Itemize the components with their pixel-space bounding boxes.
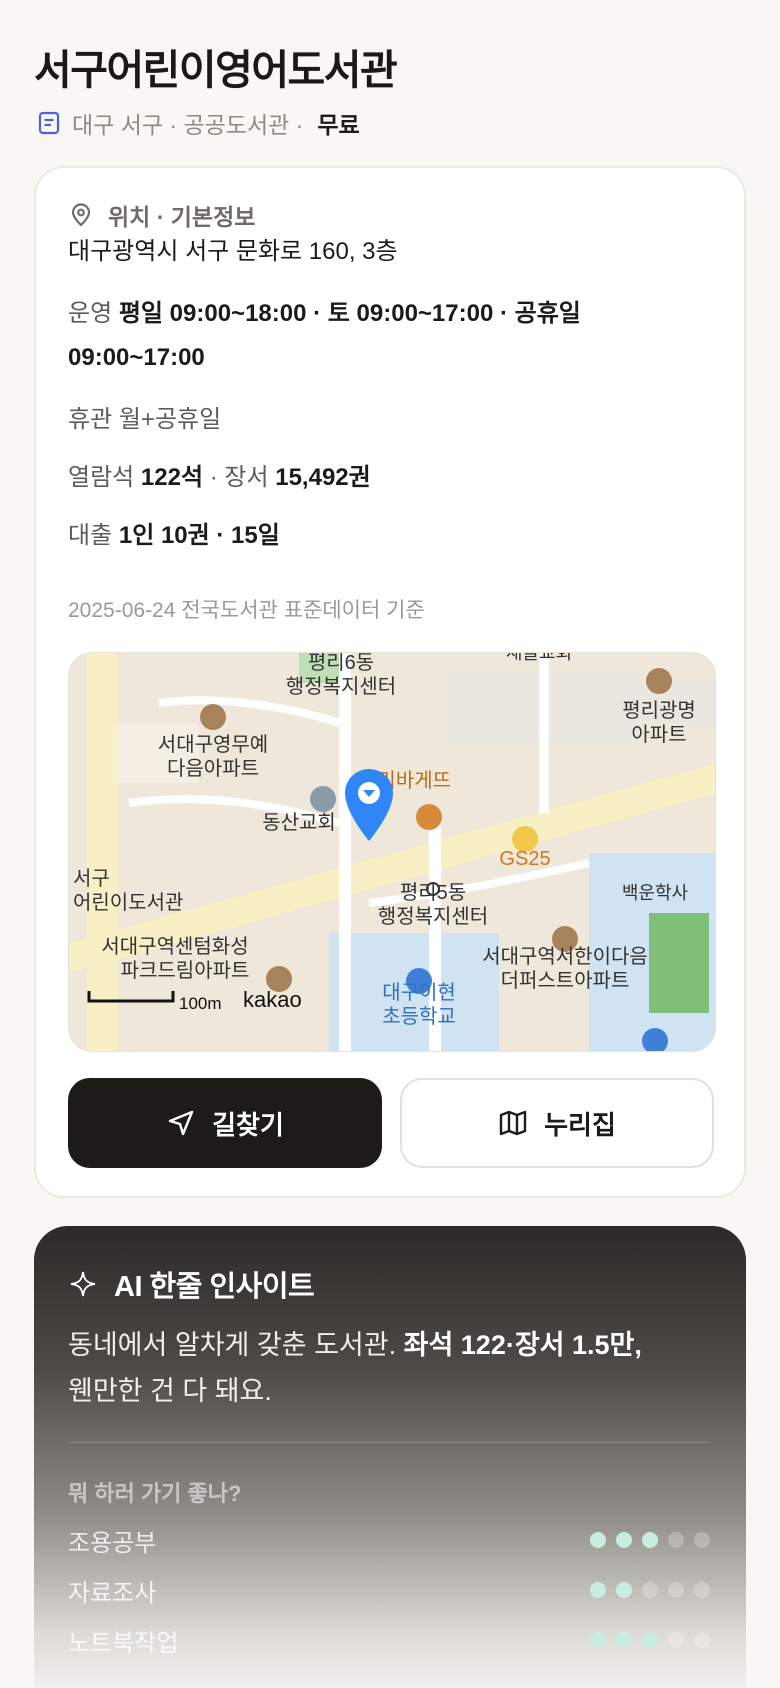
location-map[interactable]: 평리6동 행정복지센터 새골교회 평리광명 아파트 서대구영무예 다음아파트 파… xyxy=(68,652,716,1052)
divider xyxy=(68,1442,710,1443)
data-source-note: 2025-06-24 전국도서관 표준데이터 기준 xyxy=(68,599,425,622)
ai-text-tail: 웬만한 건 다 돼요. xyxy=(68,1376,272,1406)
library-meta: 대구 서구 · 공공도서관 · 무료 xyxy=(36,106,360,140)
map-label-pyeongri6: 평리6동 xyxy=(308,653,374,674)
activity-label: 조용공부 xyxy=(68,1529,157,1557)
separator: · xyxy=(209,464,218,491)
map-label-station-apt2: 파크드림아파트 xyxy=(121,959,250,982)
info-card: 위치 · 기본정보 대구광역시 서구 문화로 160, 3층 운영 평일 09:… xyxy=(34,166,746,1198)
capacity-row: 열람석 122석 · 장서 15,492권 xyxy=(68,456,708,500)
hours-label: 운영 xyxy=(68,300,113,327)
activity-score-dots xyxy=(590,1632,710,1648)
map-label-gs25: GS25 xyxy=(499,848,550,870)
page-title: 서구어린이영어도서관 xyxy=(34,47,398,93)
score-dot xyxy=(668,1582,684,1598)
map-label-station-apt4: 더퍼스트아파트 xyxy=(501,969,630,992)
activity-label: 자료조사 xyxy=(68,1579,157,1607)
score-dot xyxy=(616,1532,632,1548)
score-dot xyxy=(590,1532,606,1548)
fee-badge: 무료 xyxy=(317,112,360,138)
loan-row: 대출 1인 10권 · 15일 xyxy=(68,514,708,558)
score-dot xyxy=(694,1532,710,1548)
score-dot xyxy=(642,1532,658,1548)
score-dot xyxy=(616,1582,632,1598)
closed-value: 월+공휴일 xyxy=(118,406,222,433)
map-scale-label: 100m xyxy=(179,994,222,1013)
books-value: 15,492권 xyxy=(275,464,371,491)
map-label-seodae-apt2: 다음아파트 xyxy=(167,757,259,780)
map-label-pyeongri5: 평리5동 xyxy=(400,881,466,904)
map-icon xyxy=(498,1108,528,1138)
directions-label: 길찾기 xyxy=(212,1109,284,1140)
ai-insight-title: AI 한줄 인사이트 xyxy=(114,1271,315,1303)
ai-text-plain: 동네에서 알차게 갖춘 도서관. xyxy=(68,1330,397,1360)
sparkle-icon xyxy=(70,1271,96,1297)
address: 대구광역시 서구 문화로 160, 3층 xyxy=(68,238,398,265)
homepage-label: 누리집 xyxy=(544,1109,616,1140)
activity-row: 조용공부 xyxy=(68,1520,710,1560)
hours-row: 운영 평일 09:00~18:00 · 토 09:00~17:00 · 공휴일 … xyxy=(68,292,708,380)
map-label-baekun: 백운학사 xyxy=(622,883,689,903)
navigation-arrow-icon xyxy=(166,1108,196,1138)
homepage-button[interactable]: 누리집 xyxy=(400,1078,714,1168)
info-section-title: 위치 · 기본정보 xyxy=(108,204,256,230)
score-dot xyxy=(694,1632,710,1648)
activity-row: 노트북작업 xyxy=(68,1620,710,1660)
map-label-school2: 초등학교 xyxy=(382,1005,456,1028)
map-label-church-top: 새골교회 xyxy=(506,653,572,663)
map-label-seodae-apt1: 서대구영무예 xyxy=(158,733,268,756)
score-dot xyxy=(590,1632,606,1648)
score-dot xyxy=(642,1582,658,1598)
score-dot xyxy=(590,1582,606,1598)
activity-row: 자료조사 xyxy=(68,1570,710,1610)
closed-row: 휴관 월+공휴일 xyxy=(68,398,708,442)
map-label-pyeongri-apt1: 평리광명 xyxy=(622,699,696,722)
ai-text-bold: 좌석 122·장서 1.5만, xyxy=(403,1330,642,1360)
hours-value: 평일 09:00~18:00 · 토 09:00~17:00 · 공휴일 09:… xyxy=(68,300,581,371)
map-label-school1: 대구이현 xyxy=(382,981,456,1004)
closed-label: 휴관 xyxy=(68,406,113,433)
info-section-header: 위치 · 기본정보 xyxy=(68,198,255,232)
loan-label: 대출 xyxy=(68,522,113,549)
score-dot xyxy=(668,1632,684,1648)
directions-button[interactable]: 길찾기 xyxy=(68,1078,382,1168)
map-label-pyeongri6-center: 행정복지센터 xyxy=(286,675,396,698)
seats-value: 122석 xyxy=(140,464,204,491)
score-dot xyxy=(694,1582,710,1598)
map-label-station-apt1: 서대구역센텀화성 xyxy=(101,935,248,958)
map-label-pyeongri5-center: 행정복지센터 xyxy=(378,905,488,928)
map-label-dongsan: 동산교회 xyxy=(262,811,336,834)
location-pin-icon xyxy=(68,202,94,228)
score-dot xyxy=(668,1532,684,1548)
map-label-library2: 어린이도서관 xyxy=(73,891,183,914)
books-label: 장서 xyxy=(224,464,269,491)
seats-label: 열람석 xyxy=(68,464,135,491)
map-label-library1: 서구 xyxy=(73,867,110,890)
score-dot xyxy=(642,1632,658,1648)
ai-insight-header: AI 한줄 인사이트 xyxy=(70,1262,315,1306)
map-label-station-apt3: 서대구역서한이다음 xyxy=(482,945,648,968)
library-detail-page: 서구어린이영어도서관 대구 서구 · 공공도서관 · 무료 위치 · 기본정보 … xyxy=(0,0,780,1688)
activity-question: 뭐 하러 가기 좋나? xyxy=(68,1481,242,1506)
loan-value: 1인 10권 · 15일 xyxy=(118,522,280,549)
activity-label: 노트북작업 xyxy=(68,1629,179,1657)
score-dot xyxy=(616,1632,632,1648)
meta-text: 대구 서구 · 공공도서관 · xyxy=(72,112,304,138)
map-brand: kakao xyxy=(243,987,302,1012)
activity-score-dots xyxy=(590,1532,710,1548)
document-icon xyxy=(36,110,62,136)
activity-score-dots xyxy=(590,1582,710,1598)
map-label-pyeongri-apt2: 아파트 xyxy=(631,723,686,746)
ai-insight-card: AI 한줄 인사이트 동네에서 알차게 갖춘 도서관. 좌석 122·장서 1.… xyxy=(34,1226,746,1688)
ai-insight-text: 동네에서 알차게 갖춘 도서관. 좌석 122·장서 1.5만, 웬만한 건 다… xyxy=(68,1322,708,1414)
